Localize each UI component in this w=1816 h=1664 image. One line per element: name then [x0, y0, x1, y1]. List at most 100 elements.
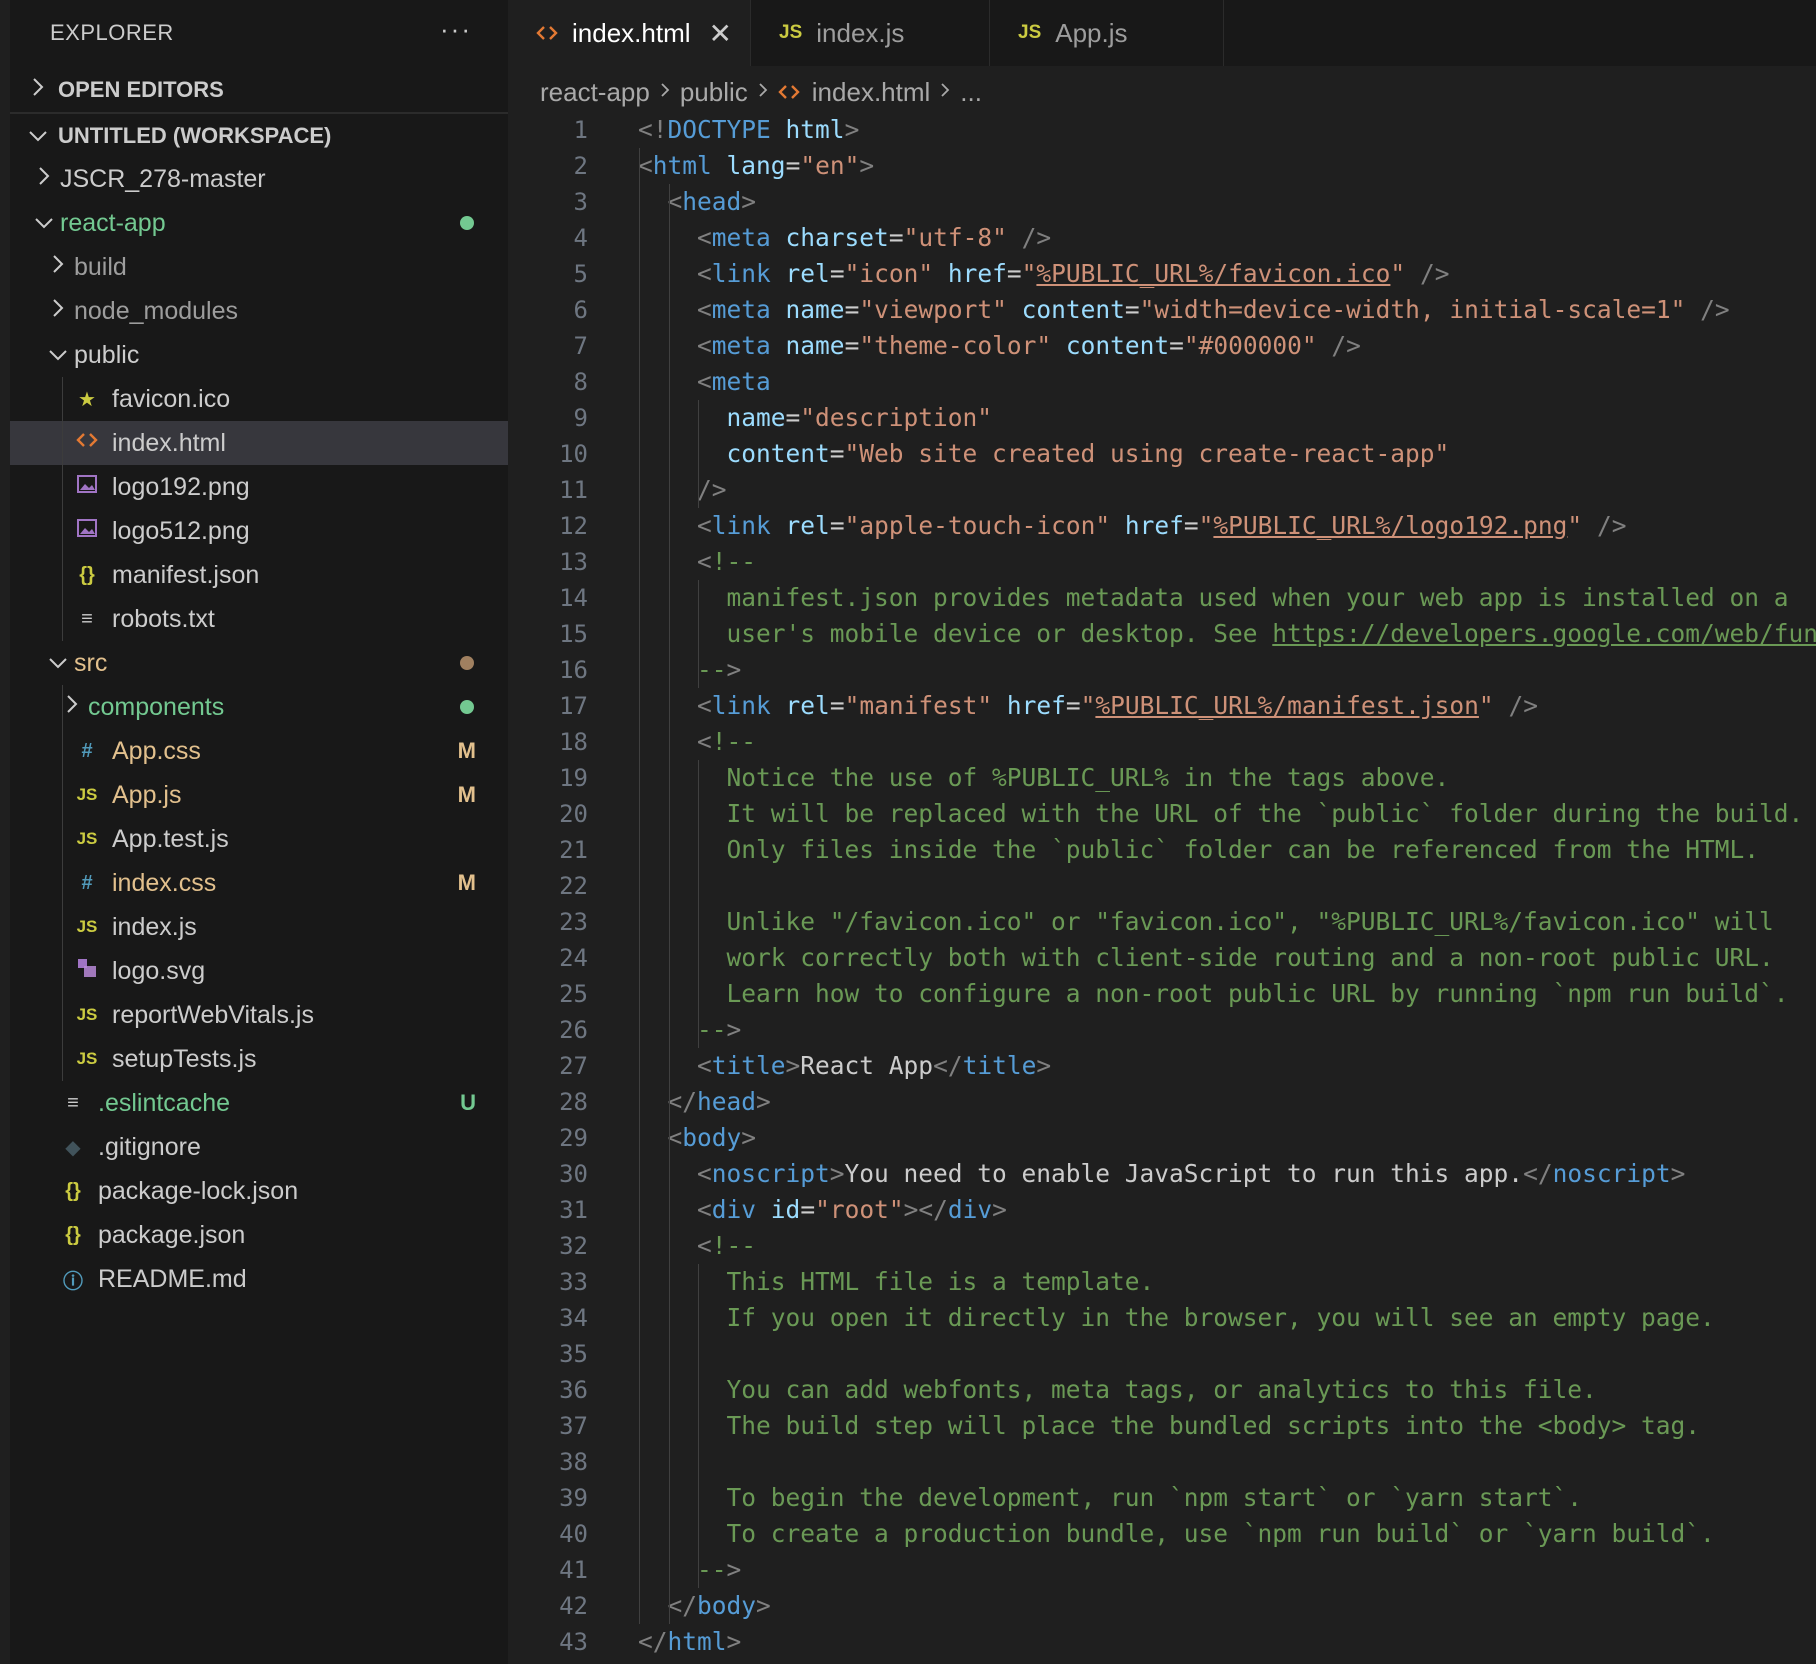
code-token: To create a production bundle, use `npm … [726, 1519, 1715, 1548]
file-item[interactable]: logo512.png [10, 509, 508, 553]
code-token: title [711, 1051, 786, 1080]
file-item[interactable]: # App.css M [10, 729, 508, 773]
code-token: = [888, 223, 904, 252]
tree-item-label: JSCR_278-master [60, 164, 266, 193]
file-item[interactable]: JS App.test.js [10, 817, 508, 861]
file-item[interactable]: index.html [10, 421, 508, 465]
workspace-section[interactable]: UNTITLED (WORKSPACE) [10, 114, 508, 158]
explorer-title: EXPLORER [50, 20, 174, 45]
code-token: "Web site created using create-react-app… [844, 439, 1450, 468]
code-token: < [638, 151, 653, 180]
code-token: !-- [711, 547, 757, 576]
code-token: < [667, 187, 683, 216]
code-token: div [711, 1195, 757, 1224]
tab-app-js[interactable]: JS App.js [990, 0, 1224, 66]
code-token: = [1006, 259, 1022, 288]
code-token: user's mobile device or desktop. See [726, 619, 1273, 648]
code-token: work correctly both with client-side rou… [726, 943, 1774, 972]
code-line: 6 <meta name="viewport" content="width=de… [508, 292, 1816, 328]
file-item[interactable]: ⓘ README.md [10, 1257, 508, 1301]
breadcrumb-ellipsis[interactable]: ... [960, 77, 982, 108]
code-text: <link rel="apple-touch-icon" href="%PUBL… [638, 508, 1626, 544]
file-tree: JSCR_278-master react-app build node_module… [10, 157, 508, 1301]
file-item[interactable]: ≡ .eslintcache U [10, 1081, 508, 1125]
json-icon: {} [65, 1223, 81, 1246]
code-text: <div id="root"></div> [638, 1192, 1007, 1228]
code-token: > [726, 1627, 742, 1656]
chevron-right-icon [758, 79, 768, 105]
file-item[interactable]: JS reportWebVitals.js [10, 993, 508, 1037]
file-item[interactable]: JS index.js [10, 905, 508, 949]
tab-index-html[interactable]: index.html ✕ [508, 0, 751, 66]
file-item[interactable]: {} package-lock.json [10, 1169, 508, 1213]
folder-item[interactable]: public [10, 333, 508, 377]
code-token: /> [1596, 511, 1627, 540]
tree-item-label: package-lock.json [98, 1176, 299, 1205]
file-item[interactable]: ★ favicon.ico [10, 377, 508, 421]
html-icon [74, 431, 100, 455]
code-token: /> [697, 475, 727, 504]
file-item[interactable]: logo.svg [10, 949, 508, 993]
line-number: 40 [559, 1520, 588, 1548]
folder-item[interactable]: JSCR_278-master [10, 157, 508, 201]
close-icon[interactable]: ✕ [709, 17, 732, 50]
code-token: < [697, 223, 712, 252]
file-item[interactable]: JS App.js M [10, 773, 508, 817]
code-line: 35 [508, 1336, 1816, 1372]
code-token: " [1198, 511, 1214, 540]
file-item[interactable]: ≡ robots.txt [10, 597, 508, 641]
code-token: > [756, 1087, 771, 1116]
code-token: -- [697, 655, 727, 684]
code-token: " [1390, 259, 1406, 288]
code-line: 33 This HTML file is a template. [508, 1264, 1816, 1300]
tab-index-js[interactable]: JS index.js [751, 0, 990, 66]
code-token: content [726, 439, 830, 468]
indent-guide [639, 148, 640, 1624]
file-item[interactable]: logo192.png [10, 465, 508, 509]
code-line: 12 <link rel="apple-touch-icon" href="%PU… [508, 508, 1816, 544]
code-token: -- [697, 1015, 727, 1044]
file-item[interactable]: ◆ .gitignore [10, 1125, 508, 1169]
code-token: = [829, 691, 845, 720]
code-token: meta [711, 295, 771, 324]
folder-item[interactable]: components [10, 685, 508, 729]
tree-item-label: .eslintcache [98, 1088, 231, 1117]
code-token: name [785, 331, 845, 360]
folder-item[interactable]: src [10, 641, 508, 685]
file-item[interactable]: # index.css M [10, 861, 508, 905]
code-text: name="description" [638, 400, 993, 436]
code-token: html [785, 115, 845, 144]
breadcrumb-react-app[interactable]: react-app [540, 77, 650, 108]
code-editor[interactable]: 1 <!DOCTYPE html> 2 <html lang="en"> 3 <head>… [508, 112, 1816, 1664]
code-text: <link rel="icon" href="%PUBLIC_URL%/favi… [638, 256, 1449, 292]
code-line: 30 <noscript>You need to enable JavaScrip… [508, 1156, 1816, 1192]
folder-item[interactable]: react-app [10, 201, 508, 245]
line-number: 8 [573, 368, 588, 396]
code-token: < [697, 1159, 712, 1188]
code-token: = [844, 331, 860, 360]
breadcrumb-index-html[interactable]: index.html [812, 77, 931, 108]
folder-item[interactable]: node_modules [10, 289, 508, 333]
more-actions-icon[interactable]: ··· [440, 14, 472, 45]
open-editors-section[interactable]: OPEN EDITORS [10, 68, 508, 112]
line-number: 26 [559, 1016, 588, 1044]
tree-item-label: index.html [112, 428, 226, 457]
code-token: title [962, 1051, 1037, 1080]
code-token: /> [1419, 259, 1450, 288]
code-text: <link rel="manifest" href="%PUBLIC_URL%/… [638, 688, 1538, 724]
code-token: rel [785, 259, 830, 288]
code-token: > [726, 655, 742, 684]
explorer-sidebar: EXPLORER ··· OPEN EDITORS UNTITLED (WORK… [0, 0, 508, 1664]
folder-item[interactable]: build [10, 245, 508, 289]
indent-guide [62, 377, 63, 641]
file-item[interactable]: {} manifest.json [10, 553, 508, 597]
file-item[interactable]: {} package.json [10, 1213, 508, 1257]
code-token: body [697, 1591, 757, 1620]
line-number: 4 [573, 224, 588, 252]
code-text: <meta charset="utf-8" /> [638, 220, 1051, 256]
code-text: <!DOCTYPE html> [638, 112, 859, 148]
breadcrumb-public[interactable]: public [680, 77, 748, 108]
code-token: html [667, 1627, 727, 1656]
file-item[interactable]: JS setupTests.js [10, 1037, 508, 1081]
